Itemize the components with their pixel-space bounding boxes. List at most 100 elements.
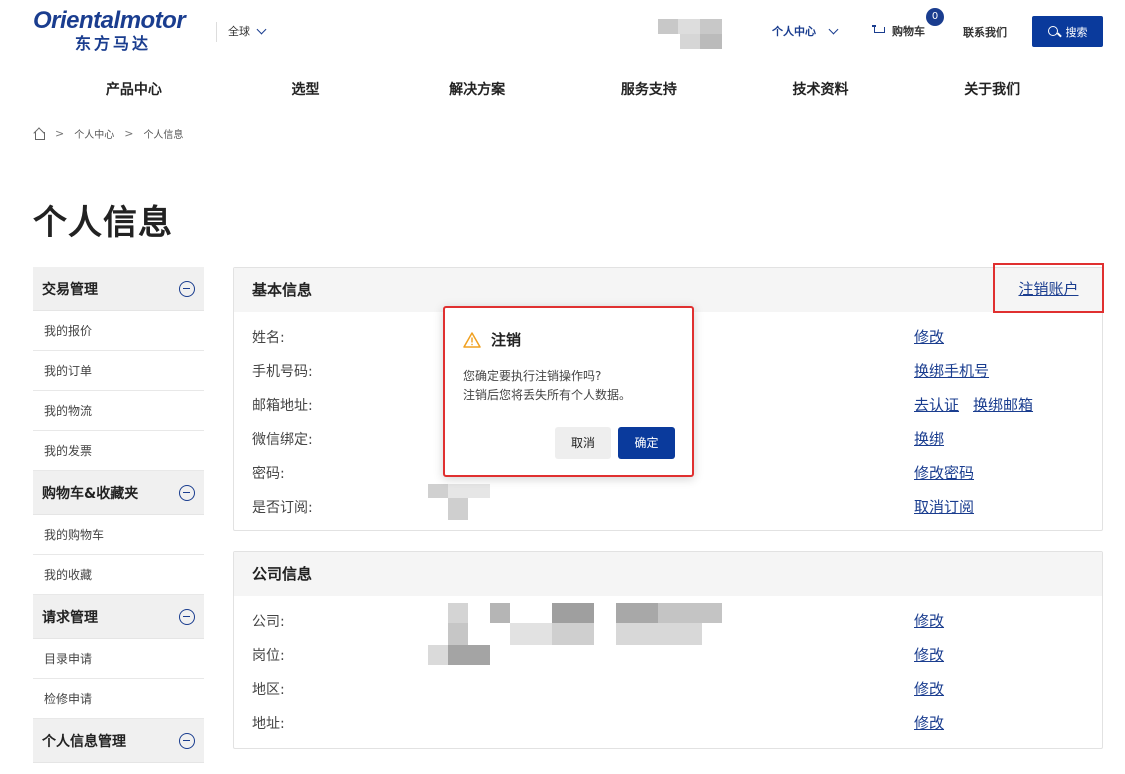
rebind-email-link[interactable]: 换绑邮箱 — [973, 396, 1033, 414]
sidebar-item-orders[interactable]: 我的订单 — [33, 351, 204, 391]
unsubscribe-link[interactable]: 取消订阅 — [914, 498, 974, 516]
field-label-region: 地区: — [252, 682, 285, 698]
contact-link[interactable]: 联系我们 — [963, 24, 1007, 40]
collapse-icon[interactable] — [179, 732, 195, 749]
user-center-label: 个人中心 — [772, 25, 816, 38]
row-actions-password: 修改密码 — [914, 462, 988, 483]
cancel-account-highlight: 注销账户 — [993, 263, 1104, 313]
nav-item-solutions[interactable]: 解决方案 — [391, 72, 563, 108]
dialog-message: 您确定要执行注销操作吗? 注销后您将丢失所有个人数据。 — [463, 367, 631, 405]
redacted-value — [658, 603, 722, 623]
dialog-confirm-button[interactable]: 确定 — [618, 427, 675, 459]
logo-chinese: 东方马达 — [74, 34, 151, 53]
redacted-value — [448, 484, 490, 498]
redacted-value — [552, 603, 594, 623]
row-actions-email: 去认证 换绑邮箱 — [914, 394, 1047, 415]
collapse-icon[interactable] — [179, 484, 195, 501]
header-divider — [216, 22, 217, 42]
cancel-account-dialog: 注销 您确定要执行注销操作吗? 注销后您将丢失所有个人数据。 取消 确定 — [443, 306, 694, 477]
edit-name-link[interactable]: 修改 — [914, 328, 944, 346]
redacted-value — [552, 623, 594, 645]
site-header: Orientalmotor 东方马达 全球 个人中心 购物车 0 联系我们 搜索 — [0, 0, 1125, 66]
row-actions-wechat: 换绑 — [914, 428, 958, 449]
row-actions-position: 修改 — [914, 644, 958, 665]
sidebar-group-label: 购物车&收藏夹 — [42, 485, 139, 502]
search-icon — [1047, 25, 1060, 38]
field-label-phone: 手机号码: — [252, 364, 313, 380]
nav-item-products[interactable]: 产品中心 — [48, 72, 220, 108]
nav-item-tech-docs[interactable]: 技术资料 — [735, 72, 907, 108]
field-label-subscription: 是否订阅: — [252, 500, 313, 516]
nav-item-support[interactable]: 服务支持 — [563, 72, 735, 108]
field-label-email: 邮箱地址: — [252, 398, 313, 414]
dialog-cancel-button[interactable]: 取消 — [555, 427, 611, 459]
search-button[interactable]: 搜索 — [1032, 16, 1103, 47]
sidebar-item-quotes[interactable]: 我的报价 — [33, 311, 204, 351]
redacted-value — [428, 645, 448, 665]
row-actions-region: 修改 — [914, 678, 958, 699]
collapse-icon[interactable] — [179, 608, 195, 625]
cart-link[interactable]: 购物车 — [872, 23, 925, 39]
sidebar-item-favorites[interactable]: 我的收藏 — [33, 555, 204, 595]
cancel-account-link[interactable]: 注销账户 — [1018, 278, 1078, 299]
user-center-menu[interactable]: 个人中心 — [772, 23, 839, 39]
redacted-value — [616, 623, 702, 645]
redacted-value — [428, 484, 448, 498]
change-password-link[interactable]: 修改密码 — [914, 464, 974, 482]
redacted-value — [448, 623, 468, 645]
sidebar-item-cart[interactable]: 我的购物车 — [33, 515, 204, 555]
sidebar-group-cart-favorites[interactable]: 购物车&收藏夹 — [33, 471, 204, 515]
cart-label: 购物车 — [892, 25, 925, 38]
dialog-title-row: 注销 — [463, 329, 521, 350]
sidebar: 交易管理 我的报价 我的订单 我的物流 我的发票 购物车&收藏夹 我的购物车 我… — [33, 267, 204, 763]
field-label-wechat: 微信绑定: — [252, 432, 313, 448]
edit-address-link[interactable]: 修改 — [914, 714, 944, 732]
edit-position-link[interactable]: 修改 — [914, 646, 944, 664]
nav-item-selection[interactable]: 选型 — [220, 72, 392, 108]
collapse-icon[interactable] — [179, 280, 195, 297]
row-actions-name: 修改 — [914, 326, 958, 347]
verify-email-link[interactable]: 去认证 — [914, 396, 959, 414]
field-label-company: 公司: — [252, 614, 285, 630]
redacted-username — [658, 19, 722, 49]
brand-logo[interactable]: Orientalmotor 东方马达 — [33, 8, 203, 54]
dialog-message-line-2: 注销后您将丢失所有个人数据。 — [463, 388, 632, 402]
chevron-down-icon — [828, 24, 839, 34]
region-selector[interactable]: 全球 — [228, 23, 267, 39]
edit-region-link[interactable]: 修改 — [914, 680, 944, 698]
breadcrumb-personal-info[interactable]: 个人信息 — [143, 126, 183, 141]
field-label-name: 姓名: — [252, 330, 285, 346]
field-label-address: 地址: — [252, 716, 285, 732]
search-label: 搜索 — [1065, 25, 1088, 39]
rebind-wechat-link[interactable]: 换绑 — [914, 430, 944, 448]
nav-item-about[interactable]: 关于我们 — [906, 72, 1078, 108]
breadcrumb-separator: > — [55, 127, 65, 140]
field-label-position: 岗位: — [252, 648, 285, 664]
row-actions-address: 修改 — [914, 712, 958, 733]
redacted-value — [448, 498, 468, 520]
dialog-message-line-1: 您确定要执行注销操作吗? — [463, 369, 602, 383]
sidebar-group-personal-info[interactable]: 个人信息管理 — [33, 719, 204, 763]
sidebar-item-repair-request[interactable]: 检修申请 — [33, 679, 204, 719]
sidebar-group-label: 个人信息管理 — [42, 733, 126, 750]
redacted-value — [490, 603, 510, 623]
breadcrumb-separator: > — [124, 127, 134, 140]
logo-english: Orientalmotor — [33, 7, 186, 34]
row-actions-subscription: 取消订阅 — [914, 496, 988, 517]
rebind-phone-link[interactable]: 换绑手机号 — [914, 362, 989, 380]
sidebar-item-catalog-request[interactable]: 目录申请 — [33, 639, 204, 679]
sidebar-item-logistics[interactable]: 我的物流 — [33, 391, 204, 431]
edit-company-link[interactable]: 修改 — [914, 612, 944, 630]
redacted-value — [616, 603, 658, 623]
home-icon[interactable] — [33, 128, 45, 140]
cart-icon — [872, 25, 886, 37]
sidebar-group-transactions[interactable]: 交易管理 — [33, 267, 204, 311]
sidebar-group-label: 交易管理 — [42, 281, 98, 298]
main-nav: 产品中心 选型 解决方案 服务支持 技术资料 关于我们 — [48, 72, 1078, 108]
breadcrumb-user-center[interactable]: 个人中心 — [74, 126, 114, 141]
redacted-value — [448, 645, 490, 665]
page-title: 个人信息 — [33, 203, 173, 243]
sidebar-item-invoices[interactable]: 我的发票 — [33, 431, 204, 471]
breadcrumb: > 个人中心 > 个人信息 — [33, 126, 183, 141]
sidebar-group-requests[interactable]: 请求管理 — [33, 595, 204, 639]
